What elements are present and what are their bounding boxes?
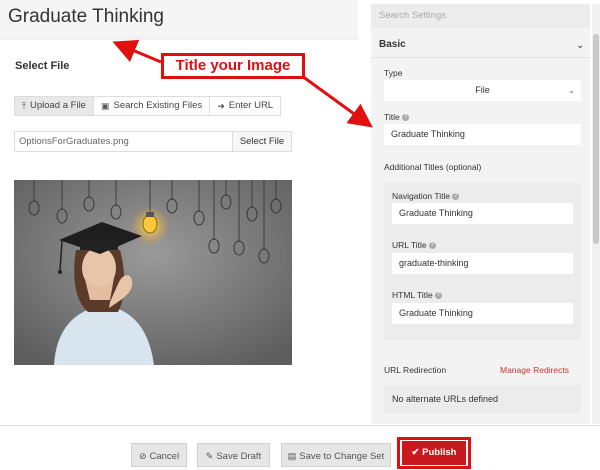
search-settings-input[interactable]: Search Settings bbox=[371, 4, 590, 28]
chevron-down-icon: ⌄ bbox=[568, 86, 575, 95]
additional-titles-label: Additional Titles (optional) bbox=[384, 162, 482, 172]
tab-label: Upload a File bbox=[29, 100, 86, 111]
title-label-text: Title bbox=[384, 112, 400, 122]
settings-panel: Search Settings Basic ⌄ Type File ⌄ Titl… bbox=[371, 4, 590, 424]
title-label: Title? bbox=[384, 112, 409, 122]
url-title-input[interactable]: graduate-thinking bbox=[392, 253, 573, 274]
save-to-change-set-label: Save to Change Set bbox=[299, 451, 385, 462]
tab-search-existing-files[interactable]: ▣ Search Existing Files bbox=[92, 96, 211, 116]
select-file-button[interactable]: Select File bbox=[233, 131, 292, 152]
edit-icon: ✎ bbox=[205, 451, 214, 461]
check-icon: ✔ bbox=[411, 447, 420, 458]
type-label: Type bbox=[384, 68, 403, 78]
chevron-down-icon: ⌄ bbox=[576, 40, 584, 50]
cancel-label: Cancel bbox=[149, 451, 180, 462]
graduate-photo bbox=[14, 180, 292, 365]
basic-group-header[interactable]: Basic ⌄ bbox=[371, 32, 590, 58]
additional-titles-group: Navigation Title? Graduate Thinking URL … bbox=[384, 183, 581, 340]
save-to-change-set-button[interactable]: ▤ Save to Change Set bbox=[281, 443, 391, 467]
arrow-right-icon: ➜ bbox=[217, 101, 225, 111]
html-title-input[interactable]: Graduate Thinking bbox=[392, 303, 573, 324]
url-title-label-text: URL Title bbox=[392, 240, 427, 250]
info-icon: ? bbox=[452, 193, 460, 201]
title-input[interactable]: Graduate Thinking bbox=[384, 124, 581, 145]
settings-scrollbar[interactable] bbox=[592, 4, 600, 424]
tab-label: Enter URL bbox=[228, 100, 274, 111]
html-title-label-text: HTML Title bbox=[392, 290, 433, 300]
image-preview bbox=[14, 180, 292, 365]
publish-label: Publish bbox=[422, 447, 457, 458]
url-title-label: URL Title? bbox=[392, 240, 436, 250]
basic-group-label: Basic bbox=[379, 39, 406, 50]
info-icon: ? bbox=[434, 292, 442, 300]
info-icon: ? bbox=[428, 242, 436, 250]
annotation-callout: Title your Image bbox=[161, 53, 305, 79]
upload-icon: ⤒ bbox=[22, 101, 26, 111]
info-icon: ? bbox=[401, 114, 409, 122]
cancel-button[interactable]: ⊘ Cancel bbox=[131, 443, 187, 467]
file-name-field[interactable]: OptionsForGraduates.png bbox=[14, 131, 233, 152]
ban-icon: ⊘ bbox=[138, 451, 147, 461]
file-source-tabs: ⤒ Upload a File ▣ Search Existing Files … bbox=[14, 96, 282, 116]
save-draft-button[interactable]: ✎ Save Draft bbox=[197, 443, 270, 467]
scrollbar-thumb[interactable] bbox=[593, 34, 599, 244]
navigation-title-input[interactable]: Graduate Thinking bbox=[392, 203, 573, 224]
html-title-label: HTML Title? bbox=[392, 290, 442, 300]
manage-redirects-link[interactable]: Manage Redirects bbox=[500, 365, 569, 375]
navigation-title-label: Navigation Title? bbox=[392, 191, 460, 201]
save-icon: ▤ bbox=[287, 451, 297, 461]
save-draft-label: Save Draft bbox=[216, 451, 262, 462]
publish-button[interactable]: ✔ Publish bbox=[402, 441, 466, 465]
navigation-title-label-text: Navigation Title bbox=[392, 191, 451, 201]
no-urls-message: No alternate URLs defined bbox=[384, 385, 581, 413]
type-value: File bbox=[475, 85, 490, 95]
url-redirection-label: URL Redirection bbox=[384, 365, 447, 375]
type-select[interactable]: File ⌄ bbox=[384, 80, 581, 101]
tab-upload-file[interactable]: ⤒ Upload a File bbox=[14, 96, 94, 116]
image-icon: ▣ bbox=[100, 101, 110, 111]
select-file-heading: Select File bbox=[15, 60, 70, 72]
tab-enter-url[interactable]: ➜ Enter URL bbox=[209, 96, 282, 116]
tab-label: Search Existing Files bbox=[113, 100, 203, 111]
page-title: Graduate Thinking bbox=[8, 6, 164, 27]
